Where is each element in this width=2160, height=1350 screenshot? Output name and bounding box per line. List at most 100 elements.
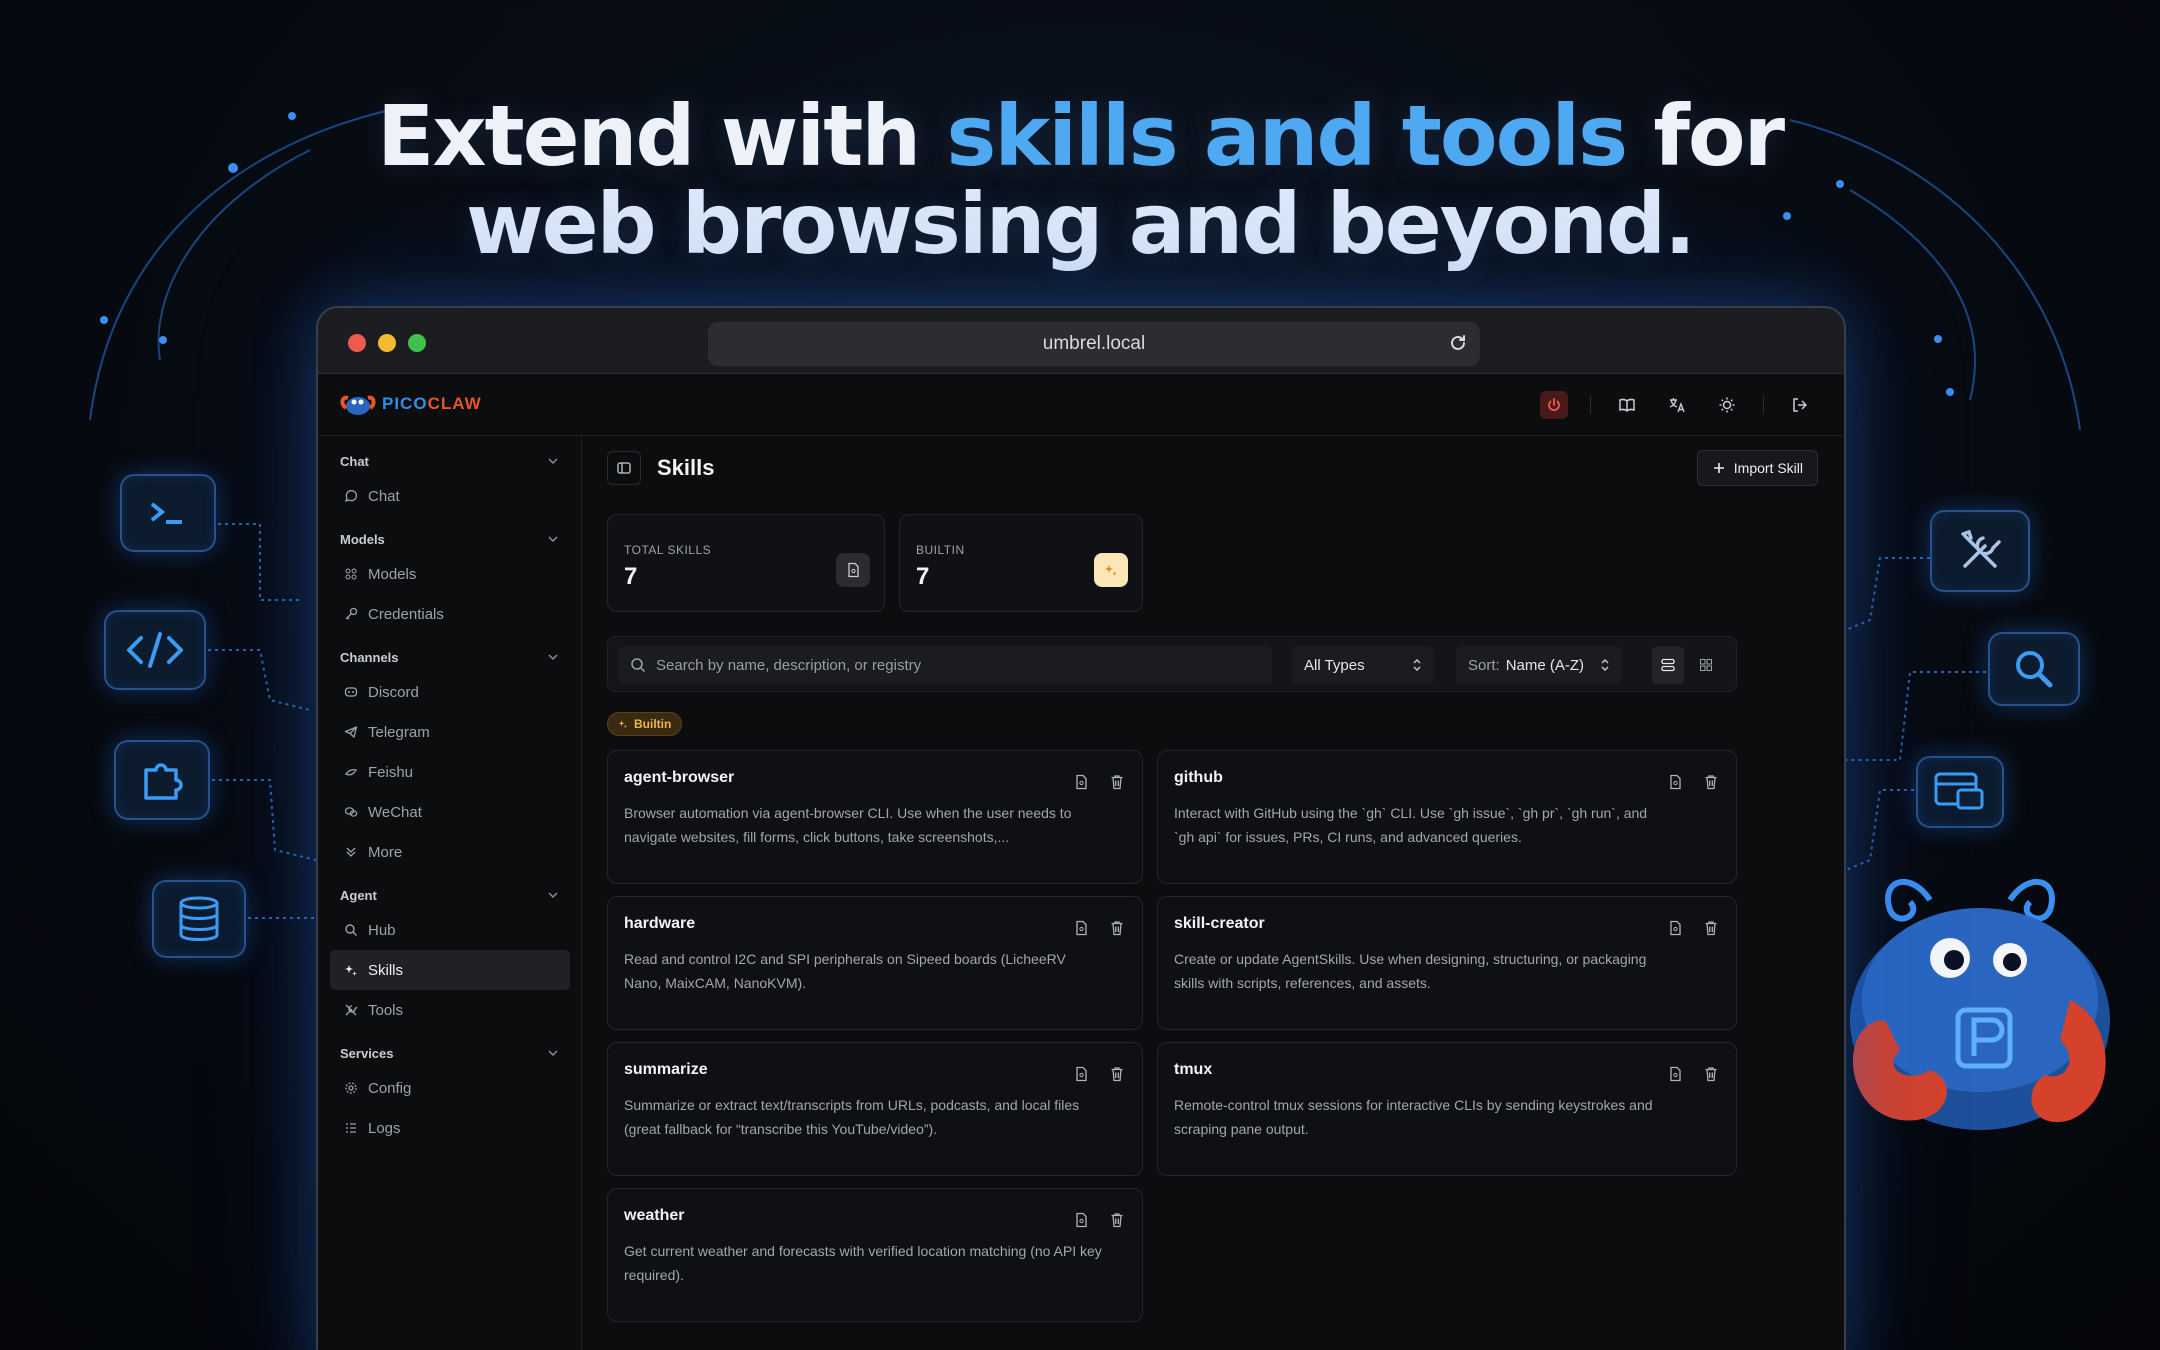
sidebar-item-tools[interactable]: Tools bbox=[318, 990, 571, 1030]
type-filter-select[interactable]: All Types bbox=[1292, 646, 1434, 684]
view-file-button[interactable] bbox=[1666, 773, 1684, 791]
sidebar-item-hub[interactable]: Hub bbox=[318, 910, 571, 950]
card-actions bbox=[1666, 1065, 1720, 1083]
sidebar-item-skills[interactable]: Skills bbox=[330, 950, 570, 990]
language-button[interactable] bbox=[1663, 391, 1691, 419]
skill-card[interactable]: hardware Read and control I2C and SPI pe… bbox=[607, 896, 1143, 1030]
sidebar-item-logs[interactable]: Logs bbox=[318, 1108, 571, 1148]
sidebar-item-label: Models bbox=[368, 565, 417, 583]
chat-bubble-icon bbox=[344, 489, 358, 503]
sidebar-item-config[interactable]: Config bbox=[318, 1068, 571, 1108]
view-file-button[interactable] bbox=[1072, 1211, 1090, 1229]
sidebar-item-chat[interactable]: Chat bbox=[318, 476, 571, 516]
power-button[interactable] bbox=[1540, 391, 1568, 419]
sidebar-item-wechat[interactable]: WeChat bbox=[318, 792, 571, 832]
delete-button[interactable] bbox=[1702, 773, 1720, 791]
view-file-button[interactable] bbox=[1072, 919, 1090, 937]
trash-icon bbox=[1705, 775, 1717, 790]
delete-button[interactable] bbox=[1108, 1065, 1126, 1083]
skill-description: Browser automation via agent-browser CLI… bbox=[624, 805, 1072, 845]
sidebar-item-more[interactable]: More bbox=[318, 832, 571, 872]
main-content: Skills Import Skill TOTAL SKILLS 7 BUILT… bbox=[583, 436, 1844, 1350]
file-icon bbox=[1076, 1212, 1087, 1228]
sidebar-item-credentials[interactable]: Credentials bbox=[318, 594, 571, 634]
sidebar-section-channels[interactable]: Channels bbox=[318, 642, 581, 672]
browser-window-icon bbox=[1916, 756, 2004, 828]
trash-icon bbox=[1111, 1067, 1123, 1082]
maximize-window-button[interactable] bbox=[408, 334, 426, 352]
trash-icon bbox=[1111, 1213, 1123, 1228]
import-skill-button[interactable]: Import Skill bbox=[1696, 450, 1818, 486]
view-file-button[interactable] bbox=[1666, 1065, 1684, 1083]
sidebar-item-telegram[interactable]: Telegram bbox=[318, 712, 571, 752]
sidebar-item-discord[interactable]: Discord bbox=[318, 672, 571, 712]
skill-name: skill-creator bbox=[1174, 915, 1265, 932]
grid-view-button[interactable] bbox=[1690, 646, 1722, 684]
hero-line2: web browsing and beyond. bbox=[465, 175, 1696, 273]
browser-window: umbrel.local PICOCLAW Chat Chat Models M… bbox=[316, 306, 1846, 1350]
card-actions bbox=[1666, 773, 1720, 791]
search-box[interactable] bbox=[618, 646, 1272, 684]
sun-icon bbox=[1719, 397, 1735, 413]
section-title: Services bbox=[340, 1045, 394, 1061]
search-input[interactable] bbox=[656, 656, 1256, 674]
sparkles-icon bbox=[1094, 553, 1128, 587]
sidebar-section-models[interactable]: Models bbox=[318, 524, 581, 554]
wechat-icon bbox=[344, 807, 358, 817]
logout-icon bbox=[1793, 398, 1807, 412]
stat-label: TOTAL SKILLS bbox=[624, 543, 712, 557]
chevron-down-icon bbox=[548, 458, 558, 465]
view-file-button[interactable] bbox=[1072, 773, 1090, 791]
skill-card[interactable]: github Interact with GitHub using the `g… bbox=[1157, 750, 1737, 884]
hero-headline: Extend with skills and tools for web bro… bbox=[0, 92, 2160, 268]
delete-button[interactable] bbox=[1108, 773, 1126, 791]
picoclaw-logo[interactable]: PICOCLAW bbox=[340, 390, 482, 418]
search-icon bbox=[631, 658, 646, 673]
sidebar-item-feishu[interactable]: Feishu bbox=[318, 752, 571, 792]
delete-button[interactable] bbox=[1108, 919, 1126, 937]
sidebar-section-agent[interactable]: Agent bbox=[318, 880, 581, 910]
toggle-sidebar-button[interactable] bbox=[607, 451, 641, 485]
logout-button[interactable] bbox=[1786, 391, 1814, 419]
sort-select[interactable]: Sort: Name (A-Z) bbox=[1456, 646, 1622, 684]
sidebar-item-label: Discord bbox=[368, 683, 419, 701]
search-icon bbox=[345, 924, 357, 936]
skill-name: summarize bbox=[624, 1061, 708, 1078]
address-bar[interactable]: umbrel.local bbox=[708, 322, 1480, 366]
hero-line1-end: for bbox=[1626, 87, 1785, 185]
puzzle-icon bbox=[114, 740, 210, 820]
stat-value: 7 bbox=[624, 563, 638, 590]
skill-card[interactable]: weather Get current weather and forecast… bbox=[607, 1188, 1143, 1322]
docs-button[interactable] bbox=[1613, 391, 1641, 419]
chevron-updown-icon bbox=[1413, 659, 1421, 671]
list-view-button[interactable] bbox=[1652, 646, 1684, 684]
sidebar: Chat Chat Models Models Credentials Chan… bbox=[318, 436, 582, 1350]
minimize-window-button[interactable] bbox=[378, 334, 396, 352]
feishu-icon bbox=[345, 768, 357, 776]
skill-description: Read and control I2C and SPI peripherals… bbox=[624, 951, 1066, 991]
sidebar-item-label: Telegram bbox=[368, 723, 430, 741]
delete-button[interactable] bbox=[1702, 1065, 1720, 1083]
sidebar-item-label: Feishu bbox=[368, 763, 414, 781]
delete-button[interactable] bbox=[1702, 919, 1720, 937]
skill-card[interactable]: skill-creator Create or update AgentSkil… bbox=[1157, 896, 1737, 1030]
skill-card[interactable]: summarize Summarize or extract text/tran… bbox=[607, 1042, 1143, 1176]
close-window-button[interactable] bbox=[348, 334, 366, 352]
view-file-button[interactable] bbox=[1666, 919, 1684, 937]
reload-icon[interactable] bbox=[1448, 333, 1468, 359]
sidebar-section-services[interactable]: Services bbox=[318, 1038, 581, 1068]
telegram-icon bbox=[344, 726, 358, 738]
sidebar-section-chat[interactable]: Chat bbox=[318, 446, 581, 476]
sidebar-item-label: WeChat bbox=[368, 803, 422, 821]
view-file-button[interactable] bbox=[1072, 1065, 1090, 1083]
theme-toggle-button[interactable] bbox=[1713, 391, 1741, 419]
delete-button[interactable] bbox=[1108, 1211, 1126, 1229]
sidebar-item-models[interactable]: Models bbox=[318, 554, 571, 594]
gear-icon bbox=[345, 1082, 357, 1094]
sparkles-icon bbox=[618, 720, 628, 729]
skill-card[interactable]: agent-browser Browser automation via age… bbox=[607, 750, 1143, 884]
skill-card[interactable]: tmux Remote-control tmux sessions for in… bbox=[1157, 1042, 1737, 1176]
toolbar-divider bbox=[1590, 396, 1591, 414]
plus-icon bbox=[1713, 463, 1724, 473]
skill-name: hardware bbox=[624, 915, 696, 932]
